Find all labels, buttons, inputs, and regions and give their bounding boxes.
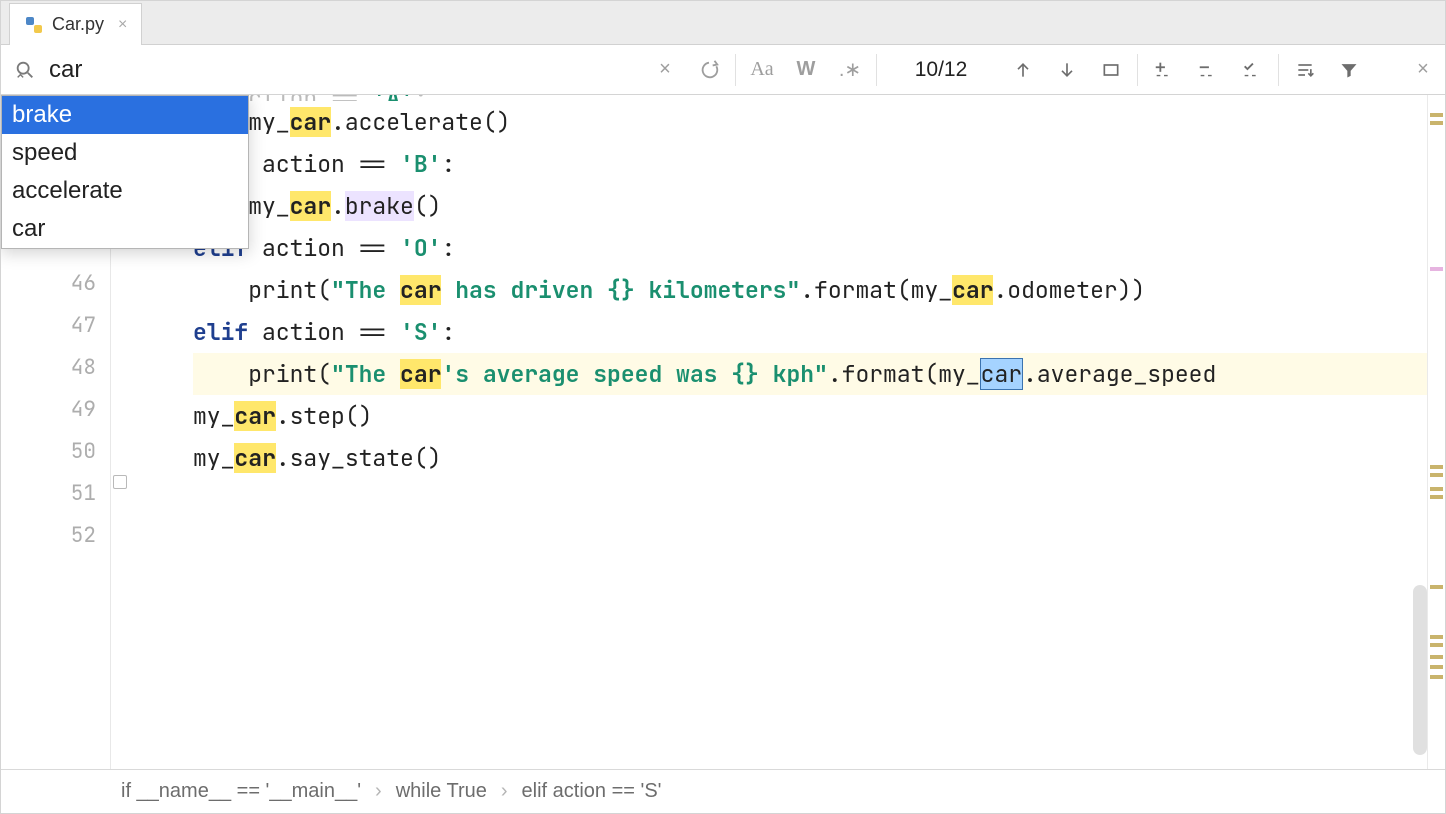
overview-mark[interactable] [1430,495,1443,499]
overview-mark[interactable] [1430,665,1443,669]
match-count: 10/12 [881,58,1001,82]
code-line[interactable]: my_car.brake() [193,185,1427,227]
editor-tabs: Car.py × [1,1,1445,45]
suggestion-item[interactable]: brake [2,96,248,134]
code-line[interactable]: elif action == 'S': [193,311,1427,353]
separator [876,54,877,86]
breadcrumb-item[interactable]: while True [396,780,487,803]
line-number: 49 [1,389,110,431]
overview-mark[interactable] [1430,473,1443,477]
breadcrumb-separator-icon: › [501,780,508,803]
code-line[interactable]: print("The car has driven {} kilometers"… [193,269,1427,311]
prev-match-icon[interactable] [1001,45,1045,94]
overview-mark[interactable] [1430,635,1443,639]
suggestion-item[interactable]: accelerate [2,172,248,210]
search-suggestions-popup: brakespeedacceleratecar [1,95,249,249]
suggestion-item[interactable]: car [2,210,248,248]
code-line[interactable] [193,479,1427,521]
toggle-filter-icon[interactable] [1283,45,1327,94]
regex-icon[interactable]: .∗ [828,45,872,94]
breadcrumbs-bar: if __name__ == '__main__' › while True › eli… [1,769,1445,813]
separator [735,54,736,86]
match-case-icon[interactable]: Aa [740,45,784,94]
tab-filename: Car.py [52,14,104,35]
overview-mark[interactable] [1430,465,1443,469]
python-file-icon [24,15,44,35]
add-selection-icon[interactable] [1142,45,1186,94]
breadcrumb-separator-icon: › [375,780,382,803]
filter-icon[interactable] [1327,45,1371,94]
line-number: 50 [1,431,110,473]
close-tab-icon[interactable]: × [118,16,127,34]
overview-mark[interactable] [1430,585,1443,589]
breadcrumb-item[interactable]: if __name__ == '__main__' [121,780,361,803]
overview-ruler[interactable] [1427,95,1445,769]
remove-selection-icon[interactable] [1186,45,1230,94]
whole-words-icon[interactable]: W [784,45,828,94]
code-line[interactable]: elif action == 'O': [193,227,1427,269]
overview-mark[interactable] [1430,487,1443,491]
editor-area: 46474849505152 if action == 'A': my_car.… [1,95,1445,769]
line-number: 52 [1,515,110,557]
line-number: 48 [1,347,110,389]
breadcrumb-item[interactable]: elif action == 'S' [522,780,662,803]
next-match-icon[interactable] [1045,45,1089,94]
fold-toggle-icon[interactable] [113,475,127,489]
code-line[interactable]: print("The car's average speed was {} kp… [193,353,1427,395]
line-number: 47 [1,305,110,347]
separator [1137,54,1138,86]
overview-mark[interactable] [1430,643,1443,647]
overview-mark[interactable] [1430,675,1443,679]
search-history-icon[interactable] [687,45,731,94]
separator [1278,54,1279,86]
select-all-matches-icon[interactable] [1089,45,1133,94]
scrollbar-thumb[interactable] [1413,585,1427,755]
overview-mark[interactable] [1430,113,1443,117]
line-number: 46 [1,263,110,305]
file-tab[interactable]: Car.py × [9,3,142,45]
code-line[interactable]: my_car.step() [193,395,1427,437]
code-line[interactable]: elif action == 'B': [193,143,1427,185]
overview-mark[interactable] [1430,267,1443,271]
suggestion-item[interactable]: speed [2,134,248,172]
close-find-bar-icon[interactable]: × [1401,45,1445,94]
select-all-occurrences-icon[interactable] [1230,45,1274,94]
code-line[interactable]: my_car.say_state() [193,437,1427,479]
search-input[interactable] [49,45,449,94]
code-content[interactable]: if action == 'A': my_car.accelerate()eli… [133,95,1427,769]
find-toolbar: × Aa W .∗ 10/12 [1,45,1445,95]
overview-mark[interactable] [1430,655,1443,659]
line-number: 51 [1,473,110,515]
overview-mark[interactable] [1430,121,1443,125]
clear-search-icon[interactable]: × [643,45,687,94]
search-icon[interactable] [1,59,49,81]
code-line[interactable]: my_car.accelerate() [193,101,1427,143]
